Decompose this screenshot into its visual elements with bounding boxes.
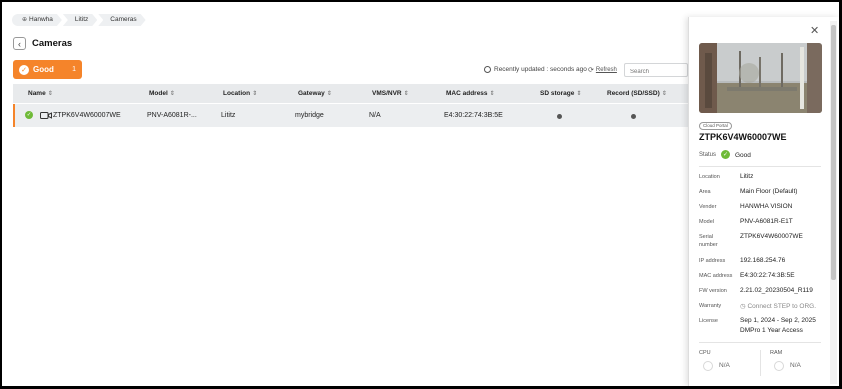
table-row[interactable]: ✓ ZTPK6V4W60007WE PNV-A6081R-... Lititz … [13,104,689,127]
breadcrumb: ⊕ Hanwha Lititz Cameras [12,14,147,26]
check-icon: ✓ [19,64,29,75]
breadcrumb-item-current: Cameras [98,14,145,26]
last-updated: Recently updated : seconds ago [484,66,587,73]
scrollbar-thumb[interactable] [831,25,836,280]
divider [699,166,821,167]
field-label-serial-2: number [699,242,718,248]
field-value-license: Sep 1, 2024 - Sep 2, 2025 [740,317,816,324]
divider [699,342,821,343]
camera-snapshot [699,43,822,113]
status-filter-label: Good [33,65,54,74]
refresh-button[interactable]: ⟳ Refresh [588,66,617,74]
field-value-ip: 192.168.254.76 [740,257,786,264]
ram-gauge [774,361,784,371]
status-label: Status [699,152,717,158]
cloud-portal-tag: Cloud Portal [699,122,732,130]
field-label-location: Location [699,174,720,180]
cell-model: PNV-A6081R-... [147,112,197,119]
cell-sd-storage [557,114,562,119]
field-label-fw: FW version [699,288,727,294]
page-title: Cameras [32,38,73,49]
app-frame: ⊕ Hanwha Lititz Cameras ‹ Cameras ✓ Good … [2,2,839,386]
status-value: Good [735,152,751,159]
search-input[interactable] [624,63,688,77]
status-filter-count: 1 [72,66,76,73]
divider [760,350,761,376]
globe-icon: ⊕ [22,17,28,23]
ram-label: RAM [770,350,783,356]
cell-mac: E4:30:22:74:3B:5E [444,112,503,119]
field-label-area: Area [699,189,711,195]
field-value-area: Main Floor (Default) [740,188,798,195]
status-good-icon: ✓ [25,111,33,119]
cpu-gauge [703,361,713,371]
field-value-license-2: DMPro 1 Year Access [740,327,803,334]
cell-record [631,114,636,119]
field-value-serial: ZTPK6V4W60007WE [740,233,803,240]
back-button[interactable]: ‹ [13,37,26,50]
field-label-license: License [699,318,718,324]
column-header-record[interactable]: Record (SD/SSD) ⇕ [607,84,667,103]
column-header-sd-storage[interactable]: SD storage ⇕ [540,84,581,103]
cell-name: ZTPK6V4W60007WE [53,112,121,119]
breadcrumb-item-org[interactable]: ⊕ Hanwha [12,14,62,26]
camera-icon [40,112,52,119]
field-value-vender: HANWHA VISION [740,203,793,210]
column-header-model[interactable]: Model ⇕ [149,84,175,103]
camera-title: ZTPK6V4W60007WE [699,132,787,142]
field-value-warranty: ◷ Connect STEP to ORG. [740,303,817,310]
field-label-mac: MAC address [699,273,733,279]
refresh-icon: ⟳ [588,67,594,74]
cpu-label: CPU [699,350,711,356]
column-header-name[interactable]: Name ⇕ [28,84,53,103]
table-header: Name ⇕ Model ⇕ Location ⇕ Gateway ⇕ VMS/NVR ⇕… [13,84,689,103]
field-value-fw: 2.21.02_20230504_R119 [740,287,813,294]
close-icon[interactable]: ✕ [810,24,819,37]
status-good-icon: ✓ [721,150,730,159]
cell-gateway: mybridge [295,112,324,119]
camera-detail-panel: ✕ Cloud Portal ZTPK6V4W60007WE Status ✓ … [688,17,839,386]
column-header-location[interactable]: Location ⇕ [223,84,257,103]
column-header-vms[interactable]: VMS/NVR ⇕ [372,84,409,103]
field-label-warranty: Warranty [699,303,722,309]
back-arrow-icon: ‹ [18,38,21,49]
column-header-mac[interactable]: MAC address ⇕ [446,84,495,103]
column-header-gateway[interactable]: Gateway ⇕ [298,84,332,103]
ram-value: N/A [790,362,801,369]
field-label-vender: Vender [699,204,717,210]
field-label-serial: Serial [699,234,714,240]
clock-icon [484,66,491,73]
cell-vms: N/A [369,112,381,119]
status-filter-good[interactable]: ✓ Good 1 [13,60,82,79]
field-value-location: Lititz [740,173,754,180]
field-value-mac: E4:30:22:74:3B:5E [740,272,795,279]
cpu-value: N/A [719,362,730,369]
cell-location: Lititz [221,112,236,119]
field-value-model: PNV-A6081R-E1T [740,218,793,225]
breadcrumb-item-site[interactable]: Lititz [63,14,97,26]
field-label-model: Model [699,219,714,225]
field-label-ip: IP address [699,258,726,264]
